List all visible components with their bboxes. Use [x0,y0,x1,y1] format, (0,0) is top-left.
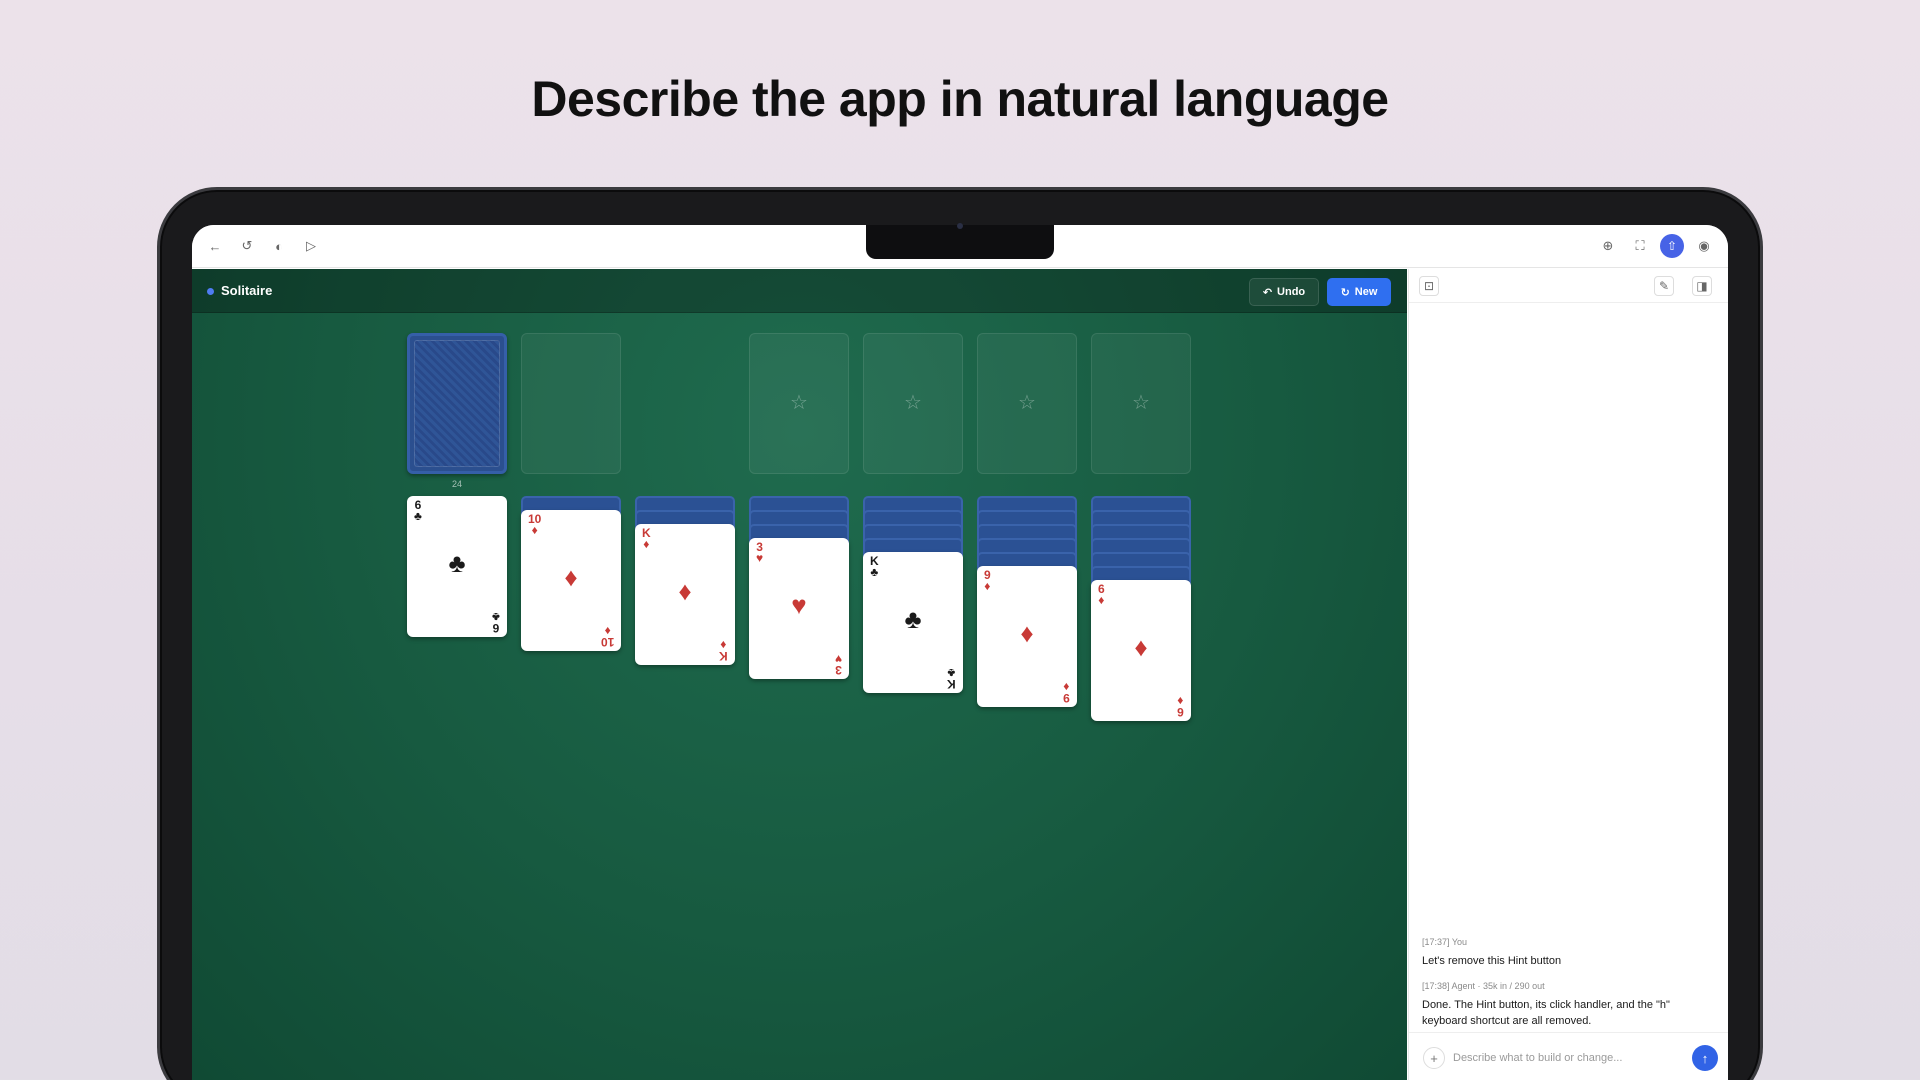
agent-panel: ⊡ ✎ ◨ [17:37] You Let's remove this Hint… [1408,269,1728,1080]
card-rank-bottom: K ♦ [719,638,728,663]
foundation-slot[interactable]: ☆ [749,333,849,474]
card-center-suit-icon: ♦ [1020,618,1034,648]
card-rank-bottom: 3 ♥ [834,652,842,677]
card-suit-icon: ♦ [1177,694,1184,708]
playing-card[interactable]: 9 ♦ ♦ 9 ♦ [977,566,1077,707]
playing-card[interactable]: 6 ♣ ♣ 6 ♣ [407,496,507,637]
star-icon: ☆ [904,392,922,414]
history-icon[interactable]: ↺ [237,236,257,256]
star-icon: ☆ [790,392,808,414]
stock-count: 24 [451,479,462,489]
stock-pile[interactable] [407,333,507,474]
new-label: New [1354,286,1378,298]
undo-label: Undo [1277,286,1306,298]
foundation-slot[interactable]: ☆ [977,333,1077,474]
card-rank-bottom: 6 ♣ [492,610,500,635]
game-header: Solitaire ↶ Undo ↻ New [192,269,1407,313]
status-dot [207,288,214,295]
card-center-suit-icon: ♦ [1134,632,1148,662]
card-rank-top: 10 ♦ [528,513,541,537]
card-rank-bottom: 9 ♦ [1063,680,1070,705]
card-center-suit-icon: ♦ [564,562,578,592]
card-rank-top: 6 ♣ [414,499,422,523]
new-game-button[interactable]: ↻ New [1327,278,1391,306]
card-suit-icon: ♣ [947,666,956,680]
playing-card[interactable]: 10 ♦ ♦ 10 ♦ [521,510,621,651]
card-suit-icon: ♦ [643,537,650,551]
playing-card[interactable]: K ♦ ♦ K ♦ [635,524,735,665]
share-icon[interactable]: ⇧ [1660,234,1684,258]
message-text: Done. The Hint button, its click handler… [1422,999,1670,1027]
back-arrow-icon[interactable]: ← [205,236,225,256]
chat-composer: + ↑ [1409,1032,1728,1080]
waste-pile[interactable] [521,333,621,474]
card-suit-icon: ♥ [834,652,842,666]
preview-icon[interactable]: ⊡ [1419,276,1439,296]
message-meta: [17:38] Agent · 35k in / 290 out [1422,981,1545,991]
card-rank-top: 3 ♥ [756,541,764,565]
playing-card[interactable]: 3 ♥ ♥ 3 ♥ [749,538,849,679]
card-suit-icon: ♣ [870,565,879,579]
fullscreen-icon[interactable]: ⛶ [1630,236,1650,256]
card-rank-top: K ♦ [642,527,651,551]
message-meta: [17:37] You [1422,937,1468,947]
game-area: Solitaire ↶ Undo ↻ New 24 ☆ ☆ ☆ ☆ 6 ♣ ♣ … [192,269,1407,1080]
sidebar-toggle-icon[interactable]: ◨ [1692,276,1712,296]
playing-card[interactable]: K ♣ ♣ K ♣ [863,552,963,693]
card-rank-bottom: 6 ♦ [1177,694,1184,719]
card-rank-top: K ♣ [870,555,879,579]
card-suit-icon: ♦ [1098,593,1105,607]
profile-icon[interactable]: ◉ [1694,236,1714,256]
headline: Describe the app in natural language [531,71,1389,127]
card-rank-bottom: K ♣ [947,666,956,691]
camera-notch [866,225,1054,259]
message-text: Let's remove this Hint button [1422,955,1562,967]
card-center-suit-icon: ♥ [791,590,807,620]
camera-icon [957,223,963,229]
contrast-icon[interactable]: ◐ [269,236,289,256]
app-title: Solitaire [221,283,273,298]
card-suit-icon: ♥ [756,551,764,565]
card-center-suit-icon: ♣ [904,604,922,634]
card-suit-icon: ♦ [531,523,538,537]
card-suit-icon: ♦ [1063,680,1070,694]
card-center-suit-icon: ♣ [448,548,466,578]
card-suit-icon: ♦ [984,579,991,593]
send-arrow-icon[interactable]: ↑ [1692,1045,1718,1071]
playing-card[interactable]: 6 ♦ ♦ 6 ♦ [1091,580,1191,721]
attach-plus-icon[interactable]: + [1423,1047,1445,1069]
panel-header: ⊡ ✎ ◨ [1409,269,1728,303]
card-rank-top: 9 ♦ [984,569,991,593]
chat-input[interactable] [1453,1048,1683,1068]
screen: ← ↺ ◐ ▷ ⊕ ⛶ ⇧ ◉ Solitaire ↶ Undo ↻ New 2… [192,225,1728,1080]
card-rank-bottom: 10 ♦ [601,624,614,649]
send-icon[interactable]: ▷ [301,236,321,256]
foundation-slot[interactable]: ☆ [863,333,963,474]
undo-icon: ↶ [1262,286,1273,299]
card-suit-icon: ♣ [492,610,500,624]
card-center-suit-icon: ♦ [678,576,692,606]
refresh-icon: ↻ [1340,286,1350,299]
foundation-slot[interactable]: ☆ [1091,333,1191,474]
edit-icon[interactable]: ✎ [1654,276,1674,296]
star-icon: ☆ [1018,392,1036,414]
card-suit-icon: ♣ [414,509,422,523]
undo-button[interactable]: ↶ Undo [1249,278,1319,306]
zoom-icon[interactable]: ⊕ [1598,236,1618,256]
star-icon: ☆ [1132,392,1150,414]
card-back-pattern [414,340,500,467]
card-rank-top: 6 ♦ [1098,583,1105,607]
